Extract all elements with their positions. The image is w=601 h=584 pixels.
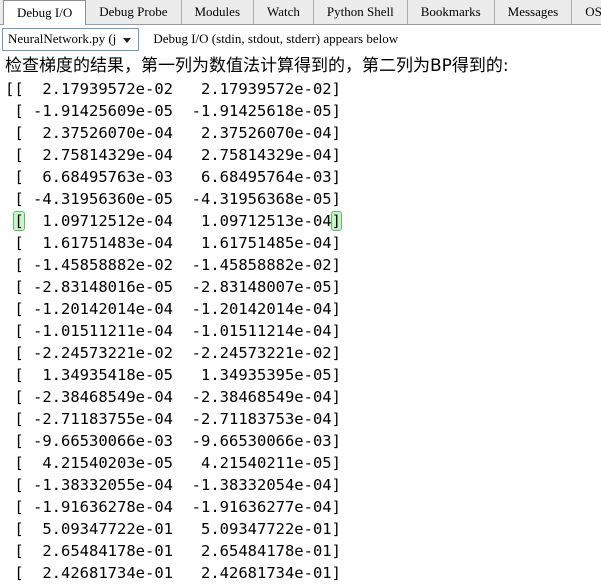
matrix-row: [ -2.71183755e-04 -2.71183753e-04] — [14, 410, 341, 428]
debug-io-toolbar: NeuralNetwork.py (j Debug I/O (stdin, st… — [0, 25, 601, 53]
matrix-row: [ -2.83148016e-05 -2.83148007e-05] — [14, 278, 341, 296]
matrix-row: [ 2.75814329e-04 2.75814329e-04] — [14, 146, 341, 164]
matrix-row: [[ 2.17939572e-02 2.17939572e-02] — [5, 80, 341, 98]
matrix-row: [ 1.09712512e-04 1.09712513e-04] — [13, 211, 343, 231]
matrix-row: [ -2.24573221e-02 -2.24573221e-02] — [14, 344, 341, 362]
matrix-row: [ 2.65484178e-01 2.65484178e-01] — [14, 542, 341, 560]
process-selector-value: NeuralNetwork.py (j — [8, 31, 117, 46]
matrix-row: [ 1.34935418e-05 1.34935395e-05] — [14, 366, 341, 384]
tab-messages[interactable]: Messages — [493, 0, 572, 24]
matrix-row: [ 2.37526070e-04 2.37526070e-04] — [14, 124, 341, 142]
process-selector-dropdown[interactable]: NeuralNetwork.py (j — [2, 27, 140, 51]
matched-bracket-highlight: ] — [330, 211, 343, 231]
matrix-row: [ 1.61751483e-04 1.61751485e-04] — [14, 234, 341, 252]
matrix-row: [ 5.09347722e-01 5.09347722e-01] — [14, 520, 341, 538]
matrix-row: [ -1.38332055e-04 -1.38332054e-04] — [14, 476, 341, 494]
matrix-row: [ 6.68495763e-03 6.68495764e-03] — [14, 168, 341, 186]
gradient-check-header: 检查梯度的结果，第一列为数值法计算得到的，第二列为BP得到的: — [5, 56, 509, 76]
tab-os-command[interactable]: OS Command — [571, 0, 601, 24]
matrix-row: [ -2.38468549e-04 -2.38468549e-04] — [14, 388, 341, 406]
matrix-row: [ 4.21540203e-05 4.21540211e-05] — [14, 454, 341, 472]
matrix-row: [ -9.66530066e-03 -9.66530066e-03] — [14, 432, 341, 450]
matrix-row: [ -1.45858882e-02 -1.45858882e-02] — [14, 256, 341, 274]
chevron-down-icon — [123, 37, 132, 43]
tab-debug-io[interactable]: Debug I/O — [3, 0, 87, 25]
tab-debug-probe[interactable]: Debug Probe — [86, 0, 180, 24]
tab-python-shell[interactable]: Python Shell — [312, 0, 407, 24]
tab-watch[interactable]: Watch — [253, 0, 313, 24]
matrix-output: [[ 2.17939572e-02 2.17939572e-02] [ -1.9… — [5, 78, 601, 584]
matrix-row: [ 2.42681734e-01 2.42681734e-01] — [14, 564, 341, 582]
matrix-row: [ -1.91425609e-05 -1.91425618e-05] — [14, 102, 341, 120]
debug-output-panel[interactable]: 检查梯度的结果，第一列为数值法计算得到的，第二列为BP得到的: [[ 2.179… — [0, 53, 601, 584]
matrix-row: [ -1.20142014e-04 -1.20142014e-04] — [14, 300, 341, 318]
matched-bracket-highlight: [ — [13, 211, 25, 231]
matrix-row: [ -1.01511211e-04 -1.01511214e-04] — [14, 322, 341, 340]
matrix-row: [ -4.31956360e-05 -4.31956368e-05] — [14, 190, 341, 208]
panel-tabbar: Debug I/O Debug Probe Modules Watch Pyth… — [0, 0, 601, 25]
debug-io-description: Debug I/O (stdin, stdout, stderr) appear… — [153, 31, 399, 46]
tab-modules[interactable]: Modules — [180, 0, 254, 24]
matrix-row: [ -1.91636278e-04 -1.91636277e-04] — [14, 498, 341, 516]
tab-bookmarks[interactable]: Bookmarks — [406, 0, 494, 24]
